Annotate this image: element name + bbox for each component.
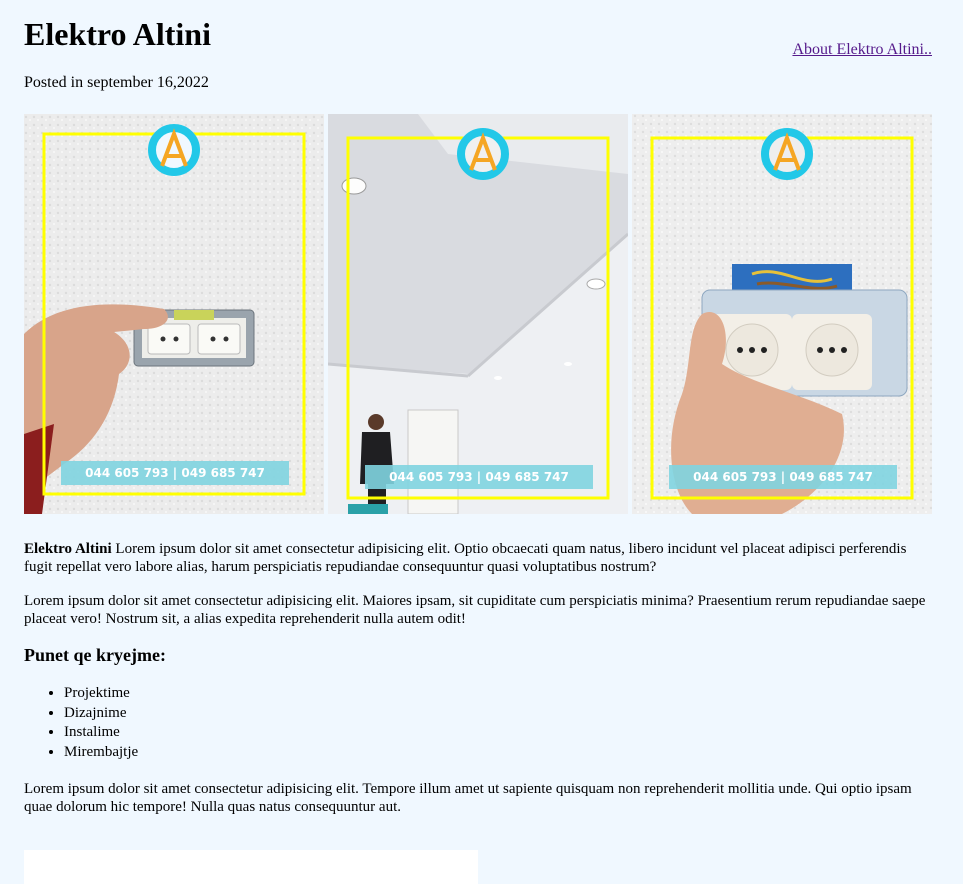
services-list: Projektime Dizajnime Instalime Mirembajt…: [24, 684, 932, 762]
list-item: Dizajnime: [64, 704, 932, 724]
page-title: Elektro Altini: [24, 16, 211, 52]
intro-paragraph: Elektro Altini Lorem ipsum dolor sit ame…: [24, 540, 932, 576]
intro-bold: Elektro Altini: [24, 541, 112, 557]
content-card: [24, 850, 478, 884]
paragraph-3: Lorem ipsum dolor sit amet consectetur a…: [24, 781, 912, 815]
phone-number-text: 044 605 793 | 049 685 747: [389, 470, 569, 484]
about-link[interactable]: About Elektro Altini..: [792, 41, 932, 59]
gallery-image-room-ceiling[interactable]: 044 605 793 | 049 685 747: [328, 114, 628, 514]
photo-gallery: 044 605 793 | 049 685 747 044 605 793 | …: [24, 114, 932, 514]
intro-text: Lorem ipsum dolor sit amet consectetur a…: [24, 541, 907, 575]
list-item: Instalime: [64, 723, 932, 743]
paragraph-2: Lorem ipsum dolor sit amet consectetur a…: [24, 593, 926, 627]
gallery-image-socket-level[interactable]: 044 605 793 | 049 685 747: [24, 114, 324, 514]
post-header: Elektro Altini About Elektro Altini.. Po…: [24, 0, 932, 110]
gallery-image-double-socket[interactable]: 044 605 793 | 049 685 747: [632, 114, 932, 514]
post-date: Posted in september 16,2022: [24, 74, 209, 91]
phone-number-text: 044 605 793 | 049 685 747: [85, 466, 265, 480]
list-item: Mirembajtje: [64, 743, 932, 763]
phone-number-text: 044 605 793 | 049 685 747: [693, 470, 873, 484]
list-item: Projektime: [64, 684, 932, 704]
services-heading: Punet qe kryejme:: [24, 645, 166, 665]
page: Elektro Altini About Elektro Altini.. Po…: [24, 0, 932, 815]
article-body: Elektro Altini Lorem ipsum dolor sit ame…: [24, 540, 932, 832]
